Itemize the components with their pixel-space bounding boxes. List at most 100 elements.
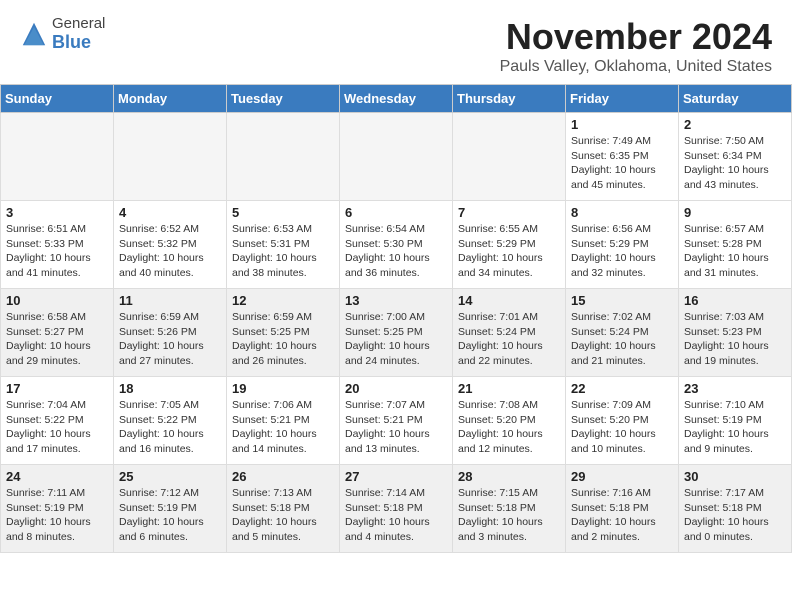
calendar-cell: 18Sunrise: 7:05 AM Sunset: 5:22 PM Dayli… [114, 377, 227, 465]
day-info: Sunrise: 7:08 AM Sunset: 5:20 PM Dayligh… [458, 398, 560, 457]
day-number: 4 [119, 205, 221, 220]
calendar-table: SundayMondayTuesdayWednesdayThursdayFrid… [0, 84, 792, 553]
title-block: November 2024 Pauls Valley, Oklahoma, Un… [500, 16, 772, 76]
day-number: 10 [6, 293, 108, 308]
day-info: Sunrise: 7:17 AM Sunset: 5:18 PM Dayligh… [684, 486, 786, 545]
day-info: Sunrise: 6:59 AM Sunset: 5:26 PM Dayligh… [119, 310, 221, 369]
day-info: Sunrise: 7:03 AM Sunset: 5:23 PM Dayligh… [684, 310, 786, 369]
day-number: 8 [571, 205, 673, 220]
day-info: Sunrise: 7:16 AM Sunset: 5:18 PM Dayligh… [571, 486, 673, 545]
day-info: Sunrise: 6:54 AM Sunset: 5:30 PM Dayligh… [345, 222, 447, 281]
day-info: Sunrise: 7:01 AM Sunset: 5:24 PM Dayligh… [458, 310, 560, 369]
day-number: 26 [232, 469, 334, 484]
calendar-cell: 15 Sunrise: 7:02 AM Sunset: 5:24 PM Dayli… [566, 289, 679, 377]
day-info: Sunrise: 7:50 AM Sunset: 6:34 PM Dayligh… [684, 134, 786, 193]
day-info: Sunrise: 7:09 AM Sunset: 5:20 PM Dayligh… [571, 398, 673, 457]
day-number: 24 [6, 469, 108, 484]
calendar-location: Pauls Valley, Oklahoma, United States [500, 58, 772, 76]
day-info: Sunrise: 6:51 AM Sunset: 5:33 PM Dayligh… [6, 222, 108, 281]
calendar-cell: 13 Sunrise: 7:00 AM Sunset: 5:25 PM Dayli… [340, 289, 453, 377]
day-info: Sunrise: 6:57 AM Sunset: 5:28 PM Dayligh… [684, 222, 786, 281]
day-number: 21 [458, 381, 560, 396]
day-number: 28 [458, 469, 560, 484]
logo-icon [20, 20, 48, 48]
day-number: 2 [684, 117, 786, 132]
day-number: 3 [6, 205, 108, 220]
weekday-header-row: SundayMondayTuesdayWednesdayThursdayFrid… [1, 85, 792, 113]
day-info: Sunrise: 7:06 AM Sunset: 5:21 PM Dayligh… [232, 398, 334, 457]
day-number: 15 [571, 293, 673, 308]
calendar-cell [227, 113, 340, 201]
calendar-cell: 21 Sunrise: 7:08 AM Sunset: 5:20 PM Dayli… [453, 377, 566, 465]
day-info: Sunrise: 6:55 AM Sunset: 5:29 PM Dayligh… [458, 222, 560, 281]
calendar-cell: 27 Sunrise: 7:14 AM Sunset: 5:18 PM Dayli… [340, 465, 453, 553]
day-number: 12 [232, 293, 334, 308]
day-number: 27 [345, 469, 447, 484]
calendar-cell: 10 Sunrise: 6:58 AM Sunset: 5:27 PM Dayli… [1, 289, 114, 377]
calendar-cell: 4 Sunrise: 6:52 AM Sunset: 5:32 PM Daylig… [114, 201, 227, 289]
weekday-header-saturday: Saturday [679, 85, 792, 113]
day-number: 5 [232, 205, 334, 220]
day-info: Sunrise: 7:04 AM Sunset: 5:22 PM Dayligh… [6, 398, 108, 457]
day-number: 13 [345, 293, 447, 308]
week-row-3: 10 Sunrise: 6:58 AM Sunset: 5:27 PM Dayli… [1, 289, 792, 377]
day-number: 23 [684, 381, 786, 396]
day-number: 30 [684, 469, 786, 484]
day-info: Sunrise: 6:53 AM Sunset: 5:31 PM Dayligh… [232, 222, 334, 281]
calendar-cell [453, 113, 566, 201]
calendar-cell: 6 Sunrise: 6:54 AM Sunset: 5:30 PM Daylig… [340, 201, 453, 289]
day-number: 29 [571, 469, 673, 484]
calendar-cell: 16 Sunrise: 7:03 AM Sunset: 5:23 PM Dayli… [679, 289, 792, 377]
weekday-header-monday: Monday [114, 85, 227, 113]
day-info: Sunrise: 7:13 AM Sunset: 5:18 PM Dayligh… [232, 486, 334, 545]
calendar-cell: 9 Sunrise: 6:57 AM Sunset: 5:28 PM Daylig… [679, 201, 792, 289]
calendar-cell: 17Sunrise: 7:04 AM Sunset: 5:22 PM Dayli… [1, 377, 114, 465]
day-number: 20 [345, 381, 447, 396]
day-info: Sunrise: 6:52 AM Sunset: 5:32 PM Dayligh… [119, 222, 221, 281]
day-number: 11 [119, 293, 221, 308]
calendar-cell: 28Sunrise: 7:15 AM Sunset: 5:18 PM Dayli… [453, 465, 566, 553]
calendar-cell: 1Sunrise: 7:49 AM Sunset: 6:35 PM Daylig… [566, 113, 679, 201]
week-row-1: 1Sunrise: 7:49 AM Sunset: 6:35 PM Daylig… [1, 113, 792, 201]
day-info: Sunrise: 7:07 AM Sunset: 5:21 PM Dayligh… [345, 398, 447, 457]
day-number: 19 [232, 381, 334, 396]
weekday-header-thursday: Thursday [453, 85, 566, 113]
week-row-5: 24 Sunrise: 7:11 AM Sunset: 5:19 PM Dayli… [1, 465, 792, 553]
logo-general-text: General [52, 16, 105, 33]
calendar-cell: 3 Sunrise: 6:51 AM Sunset: 5:33 PM Daylig… [1, 201, 114, 289]
day-number: 7 [458, 205, 560, 220]
day-number: 16 [684, 293, 786, 308]
day-number: 6 [345, 205, 447, 220]
day-info: Sunrise: 7:14 AM Sunset: 5:18 PM Dayligh… [345, 486, 447, 545]
day-number: 1 [571, 117, 673, 132]
day-info: Sunrise: 7:11 AM Sunset: 5:19 PM Dayligh… [6, 486, 108, 545]
day-info: Sunrise: 6:56 AM Sunset: 5:29 PM Dayligh… [571, 222, 673, 281]
day-info: Sunrise: 6:58 AM Sunset: 5:27 PM Dayligh… [6, 310, 108, 369]
day-info: Sunrise: 6:59 AM Sunset: 5:25 PM Dayligh… [232, 310, 334, 369]
calendar-cell: 24 Sunrise: 7:11 AM Sunset: 5:19 PM Dayli… [1, 465, 114, 553]
day-number: 22 [571, 381, 673, 396]
calendar-title: November 2024 [500, 16, 772, 58]
calendar-cell: 5 Sunrise: 6:53 AM Sunset: 5:31 PM Daylig… [227, 201, 340, 289]
calendar-cell: 23Sunrise: 7:10 AM Sunset: 5:19 PM Dayli… [679, 377, 792, 465]
day-number: 25 [119, 469, 221, 484]
calendar-cell: 25Sunrise: 7:12 AM Sunset: 5:19 PM Dayli… [114, 465, 227, 553]
day-info: Sunrise: 7:00 AM Sunset: 5:25 PM Dayligh… [345, 310, 447, 369]
day-info: Sunrise: 7:02 AM Sunset: 5:24 PM Dayligh… [571, 310, 673, 369]
calendar-cell: 7 Sunrise: 6:55 AM Sunset: 5:29 PM Daylig… [453, 201, 566, 289]
calendar-cell [340, 113, 453, 201]
week-row-4: 17Sunrise: 7:04 AM Sunset: 5:22 PM Dayli… [1, 377, 792, 465]
weekday-header-sunday: Sunday [1, 85, 114, 113]
calendar-cell [1, 113, 114, 201]
logo: General Blue [20, 16, 105, 52]
day-number: 18 [119, 381, 221, 396]
day-number: 9 [684, 205, 786, 220]
week-row-2: 3 Sunrise: 6:51 AM Sunset: 5:33 PM Daylig… [1, 201, 792, 289]
weekday-header-wednesday: Wednesday [340, 85, 453, 113]
calendar-cell: 20 Sunrise: 7:07 AM Sunset: 5:21 PM Dayli… [340, 377, 453, 465]
calendar-cell: 19 Sunrise: 7:06 AM Sunset: 5:21 PM Dayli… [227, 377, 340, 465]
weekday-header-friday: Friday [566, 85, 679, 113]
calendar-cell: 8 Sunrise: 6:56 AM Sunset: 5:29 PM Daylig… [566, 201, 679, 289]
calendar-cell: 14Sunrise: 7:01 AM Sunset: 5:24 PM Dayli… [453, 289, 566, 377]
page-header: General Blue November 2024 Pauls Valley,… [0, 0, 792, 84]
